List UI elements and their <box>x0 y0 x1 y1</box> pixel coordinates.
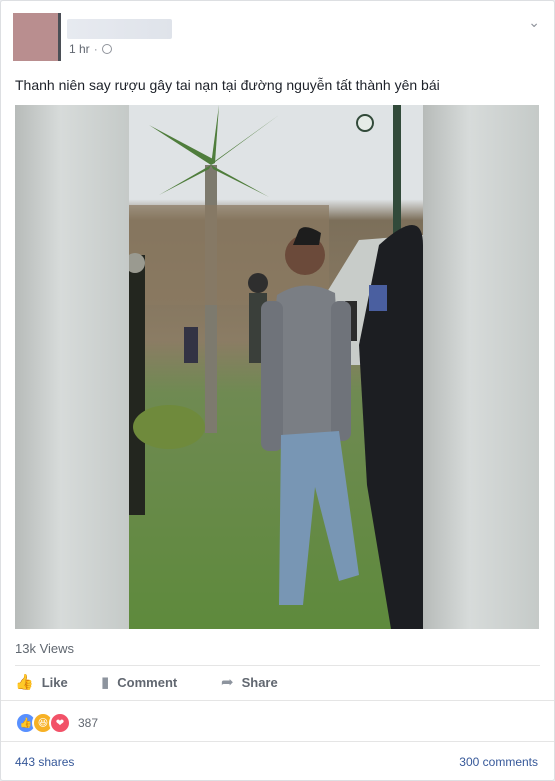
divider <box>15 665 540 666</box>
post-card: 1 hr · ⌄ Thanh niên say rượu gây tai nạn… <box>0 0 555 781</box>
thumbs-up-icon: 👍 <box>15 674 34 691</box>
video-blur-left <box>15 105 129 629</box>
comment-icon: ▮ <box>101 674 110 691</box>
share-arrow-icon: ➦ <box>221 674 234 691</box>
reaction-count: 387 <box>78 716 99 730</box>
video-view-count: 13k Views <box>15 641 75 656</box>
post-timestamp[interactable]: 1 hr <box>69 42 90 56</box>
author-name-redacted[interactable] <box>67 19 172 39</box>
globe-icon[interactable] <box>101 44 112 54</box>
comments-link[interactable]: 300 comments <box>459 755 538 769</box>
shares-link[interactable]: 443 shares <box>15 755 74 769</box>
divider <box>1 741 554 742</box>
post-meta: 1 hr · <box>69 42 112 56</box>
video-scene-illustration <box>129 105 423 629</box>
post-actions: 👍 Like ▮ Comment ➦ Share <box>15 673 278 691</box>
chevron-down-icon[interactable]: ⌄ <box>528 15 540 29</box>
divider <box>1 700 554 701</box>
comment-label: Comment <box>117 674 178 690</box>
video-frame <box>129 105 423 629</box>
post-text: Thanh niên say rượu gây tai nạn tại đườn… <box>15 77 440 93</box>
video-blur-right <box>423 105 539 629</box>
meta-separator: · <box>93 42 98 56</box>
share-button[interactable]: ➦ Share <box>221 673 278 691</box>
like-label: Like <box>41 674 68 690</box>
love-reaction-icon: ❤ <box>49 712 71 734</box>
reactions-summary[interactable]: 👍 😆 ❤ 387 <box>15 712 98 734</box>
comment-button[interactable]: ▮ Comment <box>101 673 221 691</box>
post-stats: 443 shares 300 comments <box>15 755 538 769</box>
author-avatar[interactable] <box>13 13 61 61</box>
like-button[interactable]: 👍 Like <box>15 673 101 691</box>
share-label: Share <box>241 674 278 690</box>
video-player[interactable] <box>15 105 539 629</box>
